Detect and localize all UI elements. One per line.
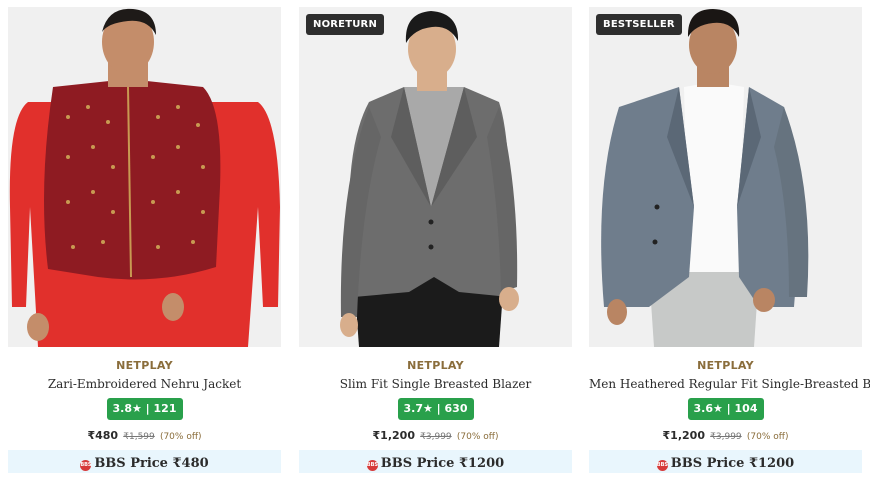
bbs-price-banner: BBS BBS Price ₹1200	[299, 450, 572, 473]
mrp-price: ₹1,599	[123, 432, 155, 442]
bbs-price-text: BBS Price ₹1200	[670, 456, 795, 471]
bbs-price-text: BBS Price ₹1200	[380, 456, 505, 471]
selling-price: ₹1,200	[662, 429, 705, 442]
bestseller-tag: BESTSELLER	[596, 14, 682, 35]
discount-text: (70% off)	[159, 432, 202, 442]
product-brand: NETPLAY	[116, 359, 173, 372]
price-row: ₹480 ₹1,599 (70% off)	[8, 429, 281, 442]
bbs-price-banner: BBS BBS Price ₹480	[8, 450, 281, 473]
bbs-logo-icon: BBS	[80, 460, 92, 471]
product-image[interactable]	[589, 7, 862, 347]
selling-price: ₹1,200	[372, 429, 415, 442]
product-grid: NETPLAY Zari-Embroidered Nehru Jacket 3.…	[0, 0, 870, 489]
rating-badge: 3.7★ | 630	[397, 398, 474, 420]
rating-badge: 3.8★ | 121	[106, 398, 183, 420]
product-brand: NETPLAY	[407, 359, 464, 372]
mrp-price: ₹3,999	[710, 432, 742, 442]
product-name[interactable]: Zari-Embroidered Nehru Jacket	[8, 377, 281, 391]
selling-price: ₹480	[87, 429, 119, 442]
bbs-logo-icon: BBS	[656, 460, 668, 471]
product-name[interactable]: Men Heathered Regular Fit Single-Breaste…	[589, 377, 870, 391]
price-row: ₹1,200 ₹3,999 (70% off)	[589, 429, 862, 442]
price-row: ₹1,200 ₹3,999 (70% off)	[299, 429, 572, 442]
product-name[interactable]: Slim Fit Single Breasted Blazer	[299, 377, 572, 391]
discount-text: (70% off)	[746, 432, 789, 442]
discount-text: (70% off)	[456, 432, 499, 442]
product-brand: NETPLAY	[697, 359, 754, 372]
bbs-logo-icon: BBS	[366, 460, 378, 471]
product-card[interactable]: BESTSELLER NETPLAY Men Heathered Regular…	[589, 7, 870, 477]
product-image[interactable]	[299, 7, 572, 347]
rating-badge: 3.6★ | 104	[687, 398, 764, 420]
mrp-price: ₹3,999	[420, 432, 452, 442]
product-card[interactable]: NETPLAY Zari-Embroidered Nehru Jacket 3.…	[8, 7, 281, 477]
noreturn-tag: NORETURN	[306, 14, 385, 35]
bbs-price-banner: BBS BBS Price ₹1200	[589, 450, 862, 473]
product-image[interactable]	[8, 7, 281, 347]
product-card[interactable]: NORETURN NETPLAY Slim Fit Single Breaste…	[299, 7, 572, 477]
bbs-price-text: BBS Price ₹480	[94, 456, 209, 471]
